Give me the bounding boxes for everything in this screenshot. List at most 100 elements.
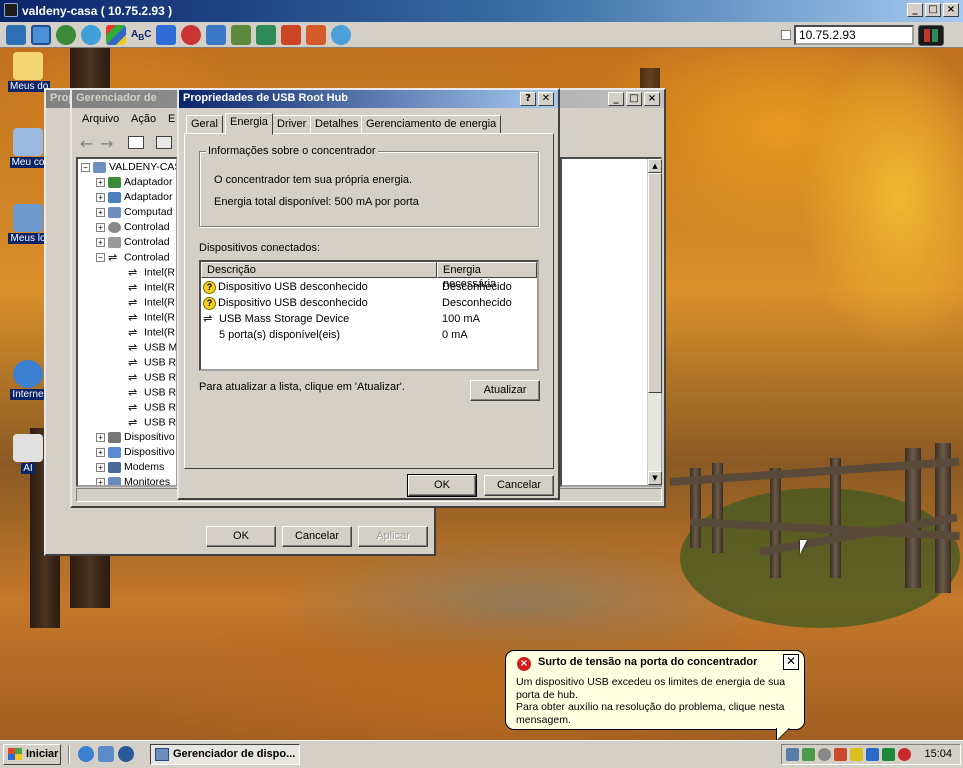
- dm-menu-action[interactable]: Ação: [131, 113, 156, 125]
- tree-node[interactable]: + Adaptador: [96, 175, 172, 190]
- network-tray-icon[interactable]: [802, 748, 815, 761]
- refresh-button[interactable]: Atualizar: [470, 380, 540, 401]
- tools-icon[interactable]: [206, 25, 226, 45]
- bg-cancel-button[interactable]: Cancelar: [282, 526, 352, 547]
- viewer-close-button[interactable]: ×: [943, 3, 959, 17]
- fullscreen-icon[interactable]: [31, 25, 51, 45]
- tree-node[interactable]: ⇌USB Ro: [128, 370, 176, 385]
- dm-minimize-button[interactable]: _: [608, 92, 624, 106]
- record-icon[interactable]: [306, 25, 326, 45]
- tab-energia[interactable]: Energia: [225, 113, 273, 135]
- dm-close-button[interactable]: ×: [644, 92, 660, 106]
- usb-power-surge-balloon[interactable]: × Surto de tensão na porta do concentrad…: [505, 650, 805, 742]
- usb-tray-icon[interactable]: [786, 748, 799, 761]
- expand-icon[interactable]: +: [96, 477, 105, 485]
- list-item[interactable]: ⇌ USB Mass Storage Device 100 mA: [201, 311, 537, 327]
- connect-toggle-icon[interactable]: [918, 25, 944, 46]
- task-device-manager[interactable]: Gerenciador de dispo...: [150, 744, 300, 765]
- tree-node[interactable]: + Adaptador: [96, 190, 172, 205]
- expand-icon[interactable]: +: [96, 207, 105, 217]
- tree-node[interactable]: ⇌USB Ro: [128, 400, 176, 415]
- dm-menu-file[interactable]: Arquivo: [82, 113, 119, 125]
- windows-key-icon[interactable]: [106, 25, 126, 45]
- viewer-minimize-button[interactable]: _: [907, 3, 923, 17]
- scroll-up-icon[interactable]: ▲: [648, 159, 662, 173]
- back-arrow-icon[interactable]: ←: [80, 134, 93, 153]
- tree-node[interactable]: + Monitores: [96, 475, 170, 485]
- pen-tray-icon[interactable]: [850, 748, 863, 761]
- transfer-icon[interactable]: [256, 25, 276, 45]
- tree-node[interactable]: ⇌ Intel(R: [128, 295, 175, 310]
- wrench-icon[interactable]: [231, 25, 251, 45]
- outlook-quicklaunch-icon[interactable]: [98, 746, 114, 762]
- device-tree[interactable]: −VALDENY-CASA +Adaptador +Adaptador +Com…: [76, 157, 178, 487]
- dialog-close-button[interactable]: ✕: [538, 92, 554, 106]
- tree-node[interactable]: + Modems: [96, 460, 164, 475]
- tree-node[interactable]: + Computad: [96, 205, 172, 220]
- tree-node[interactable]: ⇌USB Ro: [128, 385, 176, 400]
- address-input[interactable]: 10.75.2.93: [794, 25, 914, 45]
- tree-node[interactable]: ⇌ Intel(R: [128, 265, 175, 280]
- list-item[interactable]: 5 porta(s) disponível(eis) 0 mA: [201, 327, 537, 343]
- tree-node[interactable]: + Dispositivo: [96, 430, 175, 445]
- column-header-power[interactable]: Energia necessária: [437, 262, 537, 290]
- bg-apply-button[interactable]: Aplicar: [358, 526, 428, 547]
- tab-geral[interactable]: Geral: [186, 115, 223, 134]
- tree-node[interactable]: ⇌USB Ro: [128, 355, 176, 370]
- ie-quicklaunch-icon[interactable]: [78, 746, 94, 762]
- list-item[interactable]: ? Dispositivo USB desconhecido Desconheci…: [201, 295, 537, 311]
- tab-detalhes[interactable]: Detalhes: [310, 115, 364, 134]
- collapse-icon[interactable]: −: [81, 162, 90, 172]
- properties-toolbar-icon[interactable]: [156, 136, 172, 149]
- expand-icon[interactable]: +: [96, 432, 105, 442]
- desktop-icon-computer[interactable]: Meu co: [8, 128, 48, 168]
- start-button[interactable]: Iniciar: [3, 744, 61, 765]
- expand-icon[interactable]: +: [96, 447, 105, 457]
- dialog-cancel-button[interactable]: Cancelar: [484, 475, 554, 496]
- chat-icon[interactable]: [331, 25, 351, 45]
- help-button[interactable]: ?: [520, 92, 536, 106]
- media-player-quicklaunch-icon[interactable]: [118, 746, 134, 762]
- tree-node[interactable]: ⇌ Intel(R: [128, 325, 175, 340]
- expand-icon[interactable]: +: [96, 462, 105, 472]
- dialog-ok-button[interactable]: OK: [407, 474, 477, 497]
- tab-driver[interactable]: Driver: [272, 115, 312, 134]
- tree-node[interactable]: ⇌ Intel(R: [128, 280, 175, 295]
- forward-arrow-icon[interactable]: →: [100, 134, 113, 153]
- monitor-tray-icon[interactable]: [866, 748, 879, 761]
- balloon-message[interactable]: Um dispositivo USB excedeu os limites de…: [516, 676, 800, 726]
- viewer-maximize-button[interactable]: □: [925, 3, 941, 17]
- desktop-icon-internet[interactable]: Interne: [8, 360, 48, 400]
- balloon-close-button[interactable]: ✕: [783, 654, 799, 670]
- show-hide-tree-icon[interactable]: [128, 136, 144, 149]
- tree-node[interactable]: + Dispositivo: [96, 445, 175, 460]
- expand-icon[interactable]: +: [96, 192, 105, 202]
- tree-node[interactable]: − ⇌ Controlad: [96, 250, 170, 265]
- globe-icon[interactable]: [56, 25, 76, 45]
- desktop-icon-network[interactable]: Meus lo: [8, 204, 48, 244]
- scroll-down-icon[interactable]: ▼: [648, 471, 662, 485]
- refresh-icon[interactable]: [81, 25, 101, 45]
- column-header-description[interactable]: Descrição: [201, 262, 437, 278]
- expand-icon[interactable]: +: [96, 237, 105, 247]
- tree-node[interactable]: ⇌ Intel(R: [128, 310, 175, 325]
- volume-tray-icon[interactable]: [834, 748, 847, 761]
- scroll-thumb[interactable]: [648, 173, 662, 393]
- dm-maximize-button[interactable]: □: [626, 92, 642, 106]
- list-item[interactable]: ? Dispositivo USB desconhecido Desconheci…: [201, 279, 537, 295]
- desktop-icon-ai[interactable]: AI: [8, 434, 48, 474]
- tree-node[interactable]: + Controlad: [96, 235, 170, 250]
- tree-node[interactable]: ⇌USB Ro: [128, 415, 176, 430]
- tree-node[interactable]: −VALDENY-CASA: [81, 160, 176, 175]
- security-tray-icon[interactable]: [898, 748, 911, 761]
- tree-node[interactable]: + Controlad: [96, 220, 170, 235]
- collapse-icon[interactable]: −: [96, 253, 105, 262]
- expand-icon[interactable]: +: [96, 222, 105, 232]
- text-abc-icon[interactable]: ABC: [131, 25, 151, 45]
- connected-devices-list[interactable]: Descrição Energia necessária ? Dispositiv…: [199, 260, 539, 371]
- device-tray-icon[interactable]: [818, 748, 831, 761]
- capture-icon[interactable]: [281, 25, 301, 45]
- tree-node[interactable]: ⇌ USB M: [128, 340, 176, 355]
- address-checkbox[interactable]: [781, 30, 791, 40]
- bg-ok-button[interactable]: OK: [206, 526, 276, 547]
